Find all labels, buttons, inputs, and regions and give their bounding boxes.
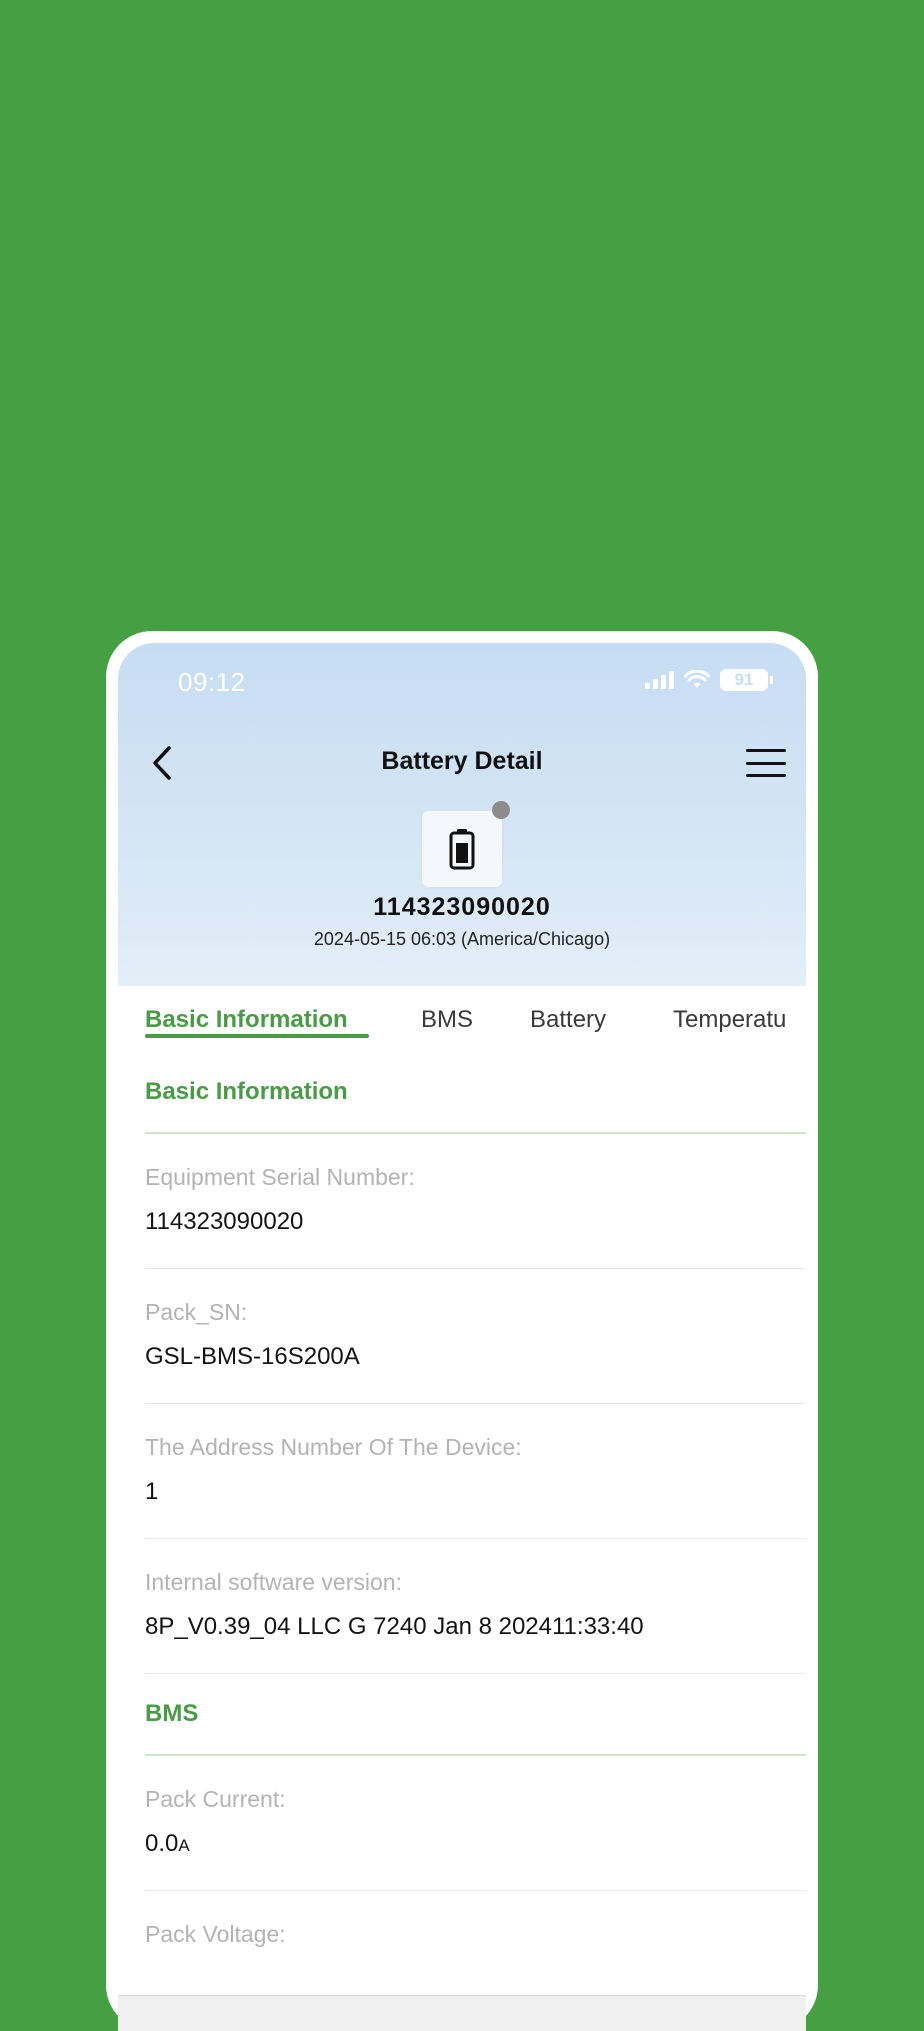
active-tab-indicator	[145, 1034, 369, 1038]
hamburger-icon-line	[746, 761, 786, 765]
field-label: Pack_SN:	[145, 1299, 248, 1325]
tab-battery[interactable]: Battery	[530, 1006, 606, 1034]
field-label: Pack Voltage:	[145, 1921, 286, 1947]
tab-bar: Basic Information BMS Battery Temperatu	[118, 986, 806, 1052]
app-screen: 09:12 91 Battery Detail 114323090020 202…	[118, 643, 806, 2031]
field-pack-sn: Pack_SN: GSL-BMS-16S200A	[145, 1269, 806, 1404]
tab-basic-information[interactable]: Basic Information	[145, 1006, 348, 1034]
field-pack-current: Pack Current: 0.0A	[145, 1756, 806, 1891]
field-value: 1	[145, 1478, 159, 1505]
field-value: 0.0A	[145, 1830, 190, 1858]
cellular-signal-icon	[645, 671, 674, 689]
device-serial-number: 114323090020	[373, 893, 551, 921]
pack-current-value: 0.0	[145, 1830, 179, 1857]
field-label: Pack Current:	[145, 1786, 286, 1812]
field-software-version: Internal software version: 8P_V0.39_04 L…	[145, 1539, 806, 1674]
tab-temperature[interactable]: Temperatu	[673, 1006, 786, 1034]
field-value: 114323090020	[145, 1208, 304, 1235]
battery-level-indicator: 91	[720, 669, 773, 691]
section-header-bms: BMS	[145, 1674, 806, 1756]
field-label: Internal software version:	[145, 1569, 402, 1595]
page-title: Battery Detail	[381, 747, 543, 775]
field-value: GSL-BMS-16S200A	[145, 1343, 360, 1370]
field-device-address: The Address Number Of The Device: 1	[145, 1404, 806, 1539]
battery-device-icon	[422, 811, 502, 887]
tab-bms[interactable]: BMS	[421, 1006, 473, 1034]
wifi-icon	[684, 670, 710, 688]
status-time: 09:12	[178, 667, 246, 697]
phone-frame: 09:12 91 Battery Detail 114323090020 202…	[106, 631, 818, 2031]
menu-button[interactable]	[744, 743, 788, 783]
header-hero: 09:12 91 Battery Detail 114323090020 202…	[118, 643, 806, 986]
hamburger-icon-line	[746, 749, 786, 752]
pack-current-unit: A	[178, 1836, 190, 1855]
status-icons: 91	[645, 669, 773, 691]
field-value: 8P_V0.39_04 LLC G 7240 Jan 8 202411:33:4…	[145, 1613, 644, 1640]
section-header-basic: Basic Information	[145, 1052, 806, 1134]
device-timestamp: 2024-05-15 06:03 (America/Chicago)	[313, 929, 611, 949]
bottom-bar	[118, 1995, 806, 2031]
device-status-dot	[492, 801, 510, 819]
field-label: The Address Number Of The Device:	[145, 1434, 522, 1460]
battery-icon	[449, 829, 475, 870]
detail-content: Basic Information Equipment Serial Numbe…	[145, 1052, 806, 2025]
hamburger-icon-line	[746, 774, 786, 777]
field-label: Equipment Serial Number:	[145, 1164, 415, 1190]
field-equipment-serial: Equipment Serial Number: 114323090020	[145, 1134, 806, 1269]
